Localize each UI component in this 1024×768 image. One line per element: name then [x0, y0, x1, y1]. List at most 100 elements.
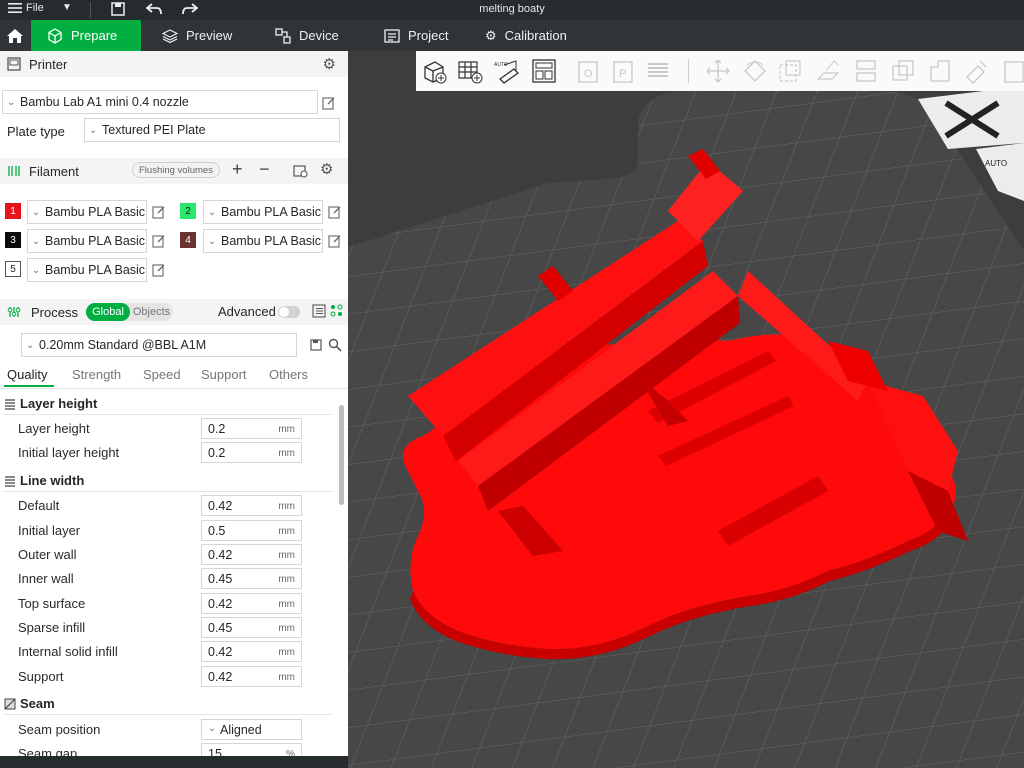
layer-height-field[interactable]: 0.2 mm	[201, 418, 302, 439]
remove-filament-icon[interactable]: −	[259, 159, 270, 180]
internal-solid-infill-line-width-field[interactable]: 0.42 mm	[201, 641, 302, 662]
param-value: 0.42	[208, 499, 233, 513]
objects-toggle-option[interactable]: Objects	[130, 303, 173, 321]
tab-project[interactable]: Project	[384, 20, 448, 51]
tab-calibration[interactable]: ⚙ Calibration	[485, 20, 567, 51]
seam-icon	[4, 698, 16, 709]
filament-slot-3-select[interactable]: ⌄ Bambu PLA Basic	[27, 229, 147, 253]
filament-slot-5-select[interactable]: ⌄ Bambu PLA Basic	[27, 258, 147, 282]
move-icon[interactable]	[704, 57, 732, 85]
edit-printer-icon[interactable]	[322, 96, 336, 110]
filament-slot-4-select[interactable]: ⌄ Bambu PLA Basic	[203, 229, 323, 253]
window-title: melting boaty	[479, 3, 545, 15]
subtab-strength[interactable]: Strength	[72, 367, 121, 382]
global-objects-toggle[interactable]: Global Objects	[86, 303, 173, 321]
layer-height-group-header: Layer height	[4, 396, 97, 411]
edit-filament-2-icon[interactable]	[328, 205, 342, 219]
line-width-group-header: Line width	[4, 473, 84, 488]
split-objects-icon[interactable]: O	[574, 57, 602, 85]
lay-on-face-icon[interactable]	[814, 57, 842, 85]
param-unit: mm	[278, 623, 295, 634]
add-plate-icon[interactable]	[456, 57, 484, 85]
initial-layer-line-width-field[interactable]: 0.5 mm	[201, 520, 302, 541]
outer-wall-line-width-field[interactable]: 0.42 mm	[201, 544, 302, 565]
tab-device[interactable]: Device	[275, 20, 339, 51]
filament-slot-2-color[interactable]: 2	[180, 203, 196, 219]
param-label: Support	[18, 669, 64, 684]
param-value: 0.42	[208, 597, 233, 611]
svg-text:O: O	[584, 68, 593, 80]
home-button[interactable]	[0, 20, 30, 51]
edit-filament-1-icon[interactable]	[152, 205, 166, 219]
support-painting-icon[interactable]	[926, 57, 954, 85]
tab-preview[interactable]: Preview	[162, 20, 232, 51]
viewport-toolbar: AUTO O P	[416, 51, 1024, 91]
filament-slot-3-name: Bambu PLA Basic	[45, 234, 146, 248]
filament-settings-gear-icon[interactable]: ⚙	[320, 160, 333, 178]
process-section-header: Process Global Objects Advanced	[0, 299, 348, 325]
printer-settings-gear-icon[interactable]: ⚙	[323, 55, 336, 73]
cut-icon[interactable]	[852, 57, 880, 85]
split-parts-icon[interactable]: P	[609, 57, 637, 85]
subtab-others[interactable]: Others	[269, 367, 308, 382]
filament-slot-3-color[interactable]: 3	[5, 232, 21, 248]
edit-filament-5-icon[interactable]	[152, 263, 166, 277]
sync-filament-icon[interactable]	[293, 164, 308, 178]
auto-label: AUTO	[985, 159, 1007, 168]
sparse-infill-line-width-field[interactable]: 0.45 mm	[201, 617, 302, 638]
device-icon	[275, 27, 291, 44]
save-preset-icon[interactable]	[310, 339, 322, 351]
layers-editing-icon[interactable]	[644, 57, 672, 85]
process-section-label: Process	[31, 304, 78, 320]
3d-viewport[interactable]: AUTO	[348, 51, 1024, 768]
boolean-icon[interactable]	[889, 57, 917, 85]
seam-painting-icon[interactable]	[962, 57, 990, 85]
add-filament-icon[interactable]: +	[232, 159, 243, 180]
rotate-icon[interactable]	[741, 57, 769, 85]
group-divider	[4, 714, 332, 715]
inner-wall-line-width-field[interactable]: 0.45 mm	[201, 568, 302, 589]
param-unit: mm	[278, 672, 295, 683]
seam-position-select[interactable]: ⌄ Aligned	[201, 719, 302, 740]
text-tool-icon[interactable]	[1000, 57, 1024, 85]
edit-filament-4-icon[interactable]	[328, 234, 342, 248]
flushing-volumes-button[interactable]: Flushing volumes	[132, 162, 220, 178]
chevron-down-icon: ⌄	[32, 264, 41, 276]
initial-layer-height-field[interactable]: 0.2 mm	[201, 442, 302, 463]
process-preset-value: 0.20mm Standard @BBL A1M	[39, 338, 207, 352]
param-value: 0.45	[208, 621, 233, 635]
param-label: Top surface	[18, 596, 86, 611]
auto-orient-icon[interactable]: AUTO	[492, 57, 520, 85]
plate-type-select[interactable]: ⌄ Textured PEI Plate	[84, 118, 340, 142]
sidebar-scrollbar[interactable]	[339, 405, 344, 505]
subtab-speed[interactable]: Speed	[143, 367, 181, 382]
top-surface-line-width-field[interactable]: 0.42 mm	[201, 593, 302, 614]
global-toggle-option[interactable]: Global	[86, 303, 130, 321]
param-unit: mm	[278, 550, 295, 561]
add-model-icon[interactable]	[420, 57, 448, 85]
default-line-width-field[interactable]: 0.42 mm	[201, 495, 302, 516]
process-preset-select[interactable]: ⌄ 0.20mm Standard @BBL A1M	[21, 333, 297, 357]
param-value: 0.5	[208, 524, 226, 538]
process-icon	[7, 307, 21, 317]
scale-icon[interactable]	[776, 57, 804, 85]
param-value: 0.2	[208, 446, 226, 460]
filament-slot-2-select[interactable]: ⌄ Bambu PLA Basic	[203, 200, 323, 224]
subtab-support[interactable]: Support	[201, 367, 247, 382]
filament-slot-4-color[interactable]: 4	[180, 232, 196, 248]
arrange-icon[interactable]	[530, 57, 558, 85]
subtab-quality[interactable]: Quality	[7, 367, 47, 382]
printer-select[interactable]: ⌄ Bambu Lab A1 mini 0.4 nozzle	[2, 90, 318, 114]
list-view-icon[interactable]	[312, 304, 326, 318]
edit-filament-3-icon[interactable]	[152, 234, 166, 248]
status-bar	[0, 756, 348, 768]
tab-prepare[interactable]: Prepare	[31, 20, 141, 51]
filament-slot-1-select[interactable]: ⌄ Bambu PLA Basic	[27, 200, 147, 224]
filament-icon	[8, 166, 20, 176]
search-icon[interactable]	[328, 338, 342, 352]
filament-slot-5-color[interactable]: 5	[5, 261, 21, 277]
filament-slot-1-color[interactable]: 1	[5, 203, 21, 219]
compare-presets-icon[interactable]	[330, 304, 343, 318]
support-line-width-field[interactable]: 0.42 mm	[201, 666, 302, 687]
advanced-toggle[interactable]	[278, 306, 300, 318]
